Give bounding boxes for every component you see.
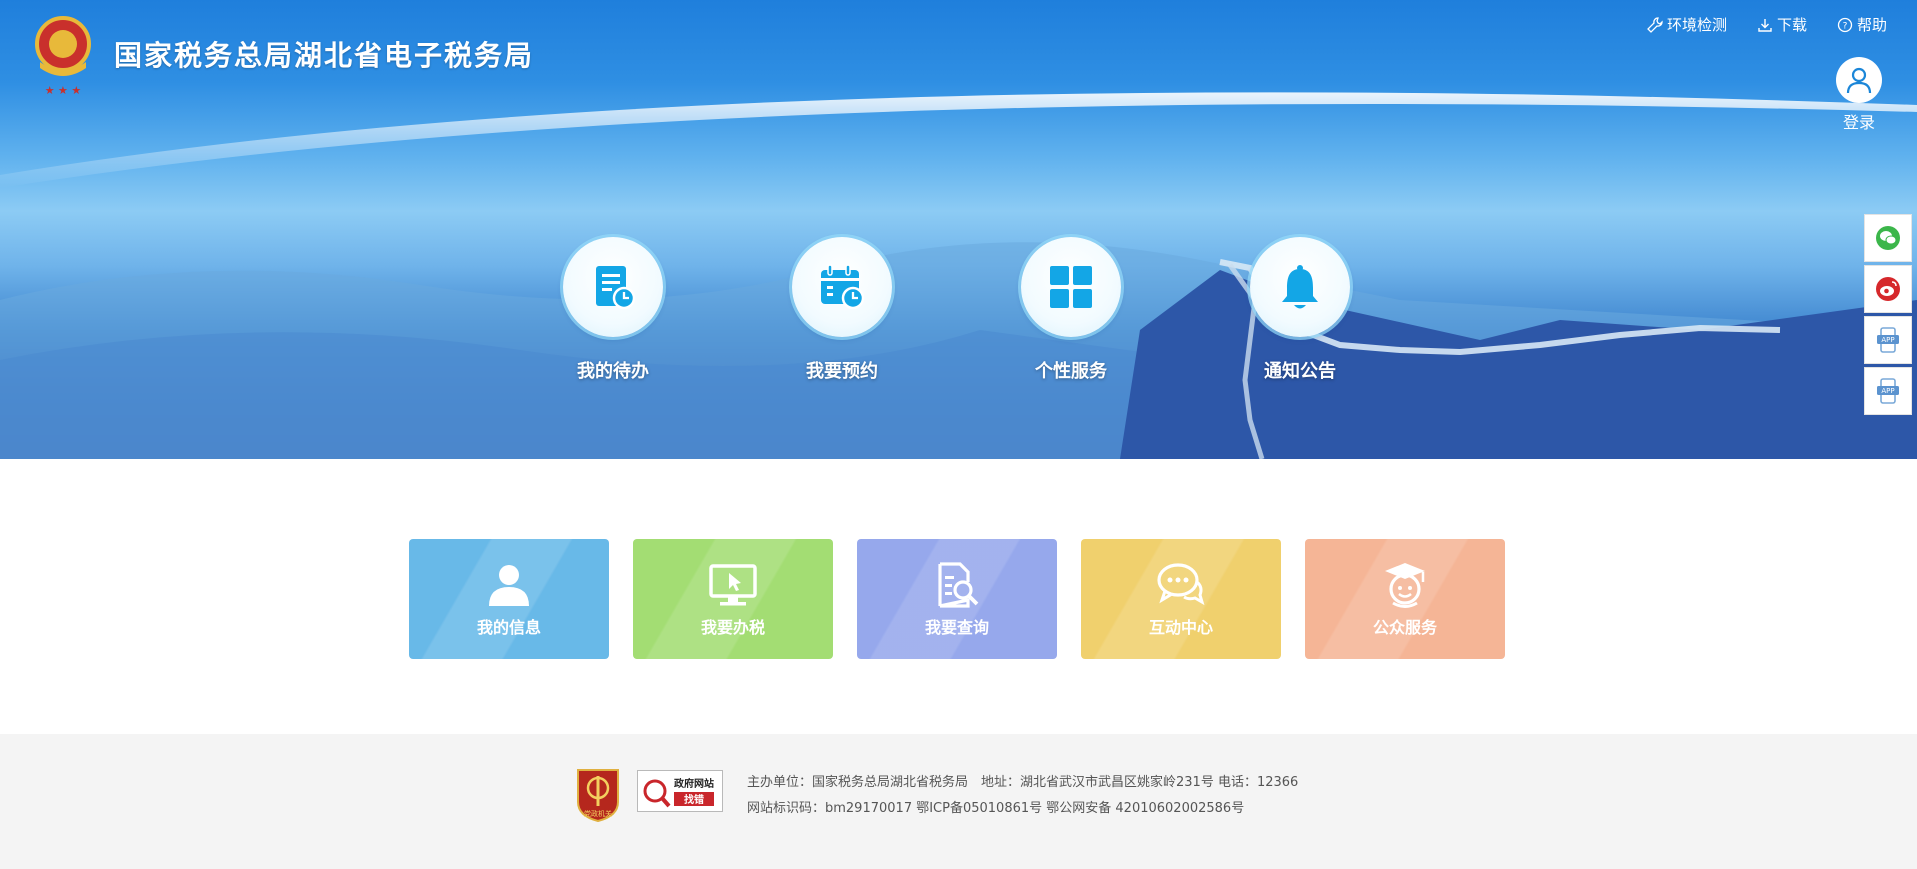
env-check-label: 环境检测	[1666, 16, 1727, 34]
svg-text:★ ★ ★: ★ ★ ★	[45, 84, 82, 96]
service-cards: 我的信息 我要办税 我要查询 互动中心 公众服务	[409, 539, 1505, 659]
app-button[interactable]: APP	[1864, 316, 1912, 364]
chat-bubble-icon	[1157, 563, 1205, 606]
card-label: 我要查询	[924, 618, 989, 637]
card-label: 公众服务	[1372, 618, 1437, 637]
card-query[interactable]: 我要查询	[857, 539, 1057, 659]
weibo-button[interactable]	[1864, 265, 1912, 313]
quick-icon-circle	[1250, 237, 1350, 337]
site-title: 国家税务总局湖北省电子税务局	[114, 39, 535, 72]
quick-notice[interactable]: 通知公告	[1245, 237, 1355, 383]
tax-emblem-icon: ★ ★ ★	[35, 16, 91, 96]
card-label: 我的信息	[476, 618, 541, 637]
quick-label: 通知公告	[1264, 361, 1336, 382]
login-label: 登录	[1842, 113, 1875, 132]
search-document-icon	[938, 562, 979, 608]
login-button[interactable]: 登录	[1834, 57, 1884, 133]
party-gov-badge[interactable]: 党政机关	[575, 766, 621, 822]
app-badge-label: APP	[1881, 336, 1894, 344]
avatar	[1836, 57, 1882, 103]
download-label: 下载	[1776, 16, 1807, 34]
footer-line-icp: 网站标识码：bm29170017 鄂ICP备05010861号 鄂公网安备 42…	[747, 801, 1245, 816]
party-badge-label: 党政机关	[584, 809, 612, 818]
gov-site-error-badge[interactable]: 政府网站 找错	[637, 770, 723, 812]
card-public-service[interactable]: 公众服务	[1305, 539, 1505, 659]
card-interaction[interactable]: 互动中心	[1081, 539, 1281, 659]
app-icon: APP	[1877, 378, 1899, 404]
calendar-clock-icon	[821, 264, 865, 310]
footer-info: 主办单位：国家税务总局湖北省税务局 地址：湖北省武汉市武昌区姚家岭231号 电话…	[747, 770, 1298, 822]
app-icon: APP	[1877, 327, 1899, 353]
wechat-icon	[1876, 226, 1900, 250]
quick-label: 我要预约	[806, 361, 878, 382]
footer: 党政机关 政府网站 找错 主办单位：国家税务总局湖北省税务局 地址：湖北省武汉市…	[0, 734, 1917, 869]
quick-label: 我的待办	[577, 361, 649, 382]
wrench-icon	[1647, 16, 1663, 33]
quick-personal-service[interactable]: 个性服务	[1016, 237, 1126, 383]
monitor-icon	[709, 564, 757, 606]
user-outline-icon	[1846, 67, 1872, 94]
env-check-link[interactable]: 环境检测	[1647, 14, 1727, 35]
card-label: 我要办税	[700, 618, 765, 637]
quick-icon-circle	[563, 237, 663, 337]
todo-list-icon	[596, 266, 636, 310]
card-label: 互动中心	[1148, 618, 1213, 637]
help-link[interactable]: ? 帮助	[1837, 14, 1887, 35]
weibo-icon	[1876, 277, 1900, 301]
graduate-icon	[1385, 563, 1425, 608]
user-icon	[489, 565, 529, 606]
card-my-info[interactable]: 我的信息	[409, 539, 609, 659]
quick-icon-circle	[792, 237, 892, 337]
svg-text:?: ?	[1843, 21, 1848, 31]
download-icon	[1758, 18, 1772, 32]
hero-banner: ★ ★ ★ 国家税务总局湖北省电子税务局 环境检测 下载 ? 帮助 登录 我的待…	[0, 0, 1917, 459]
quick-icon-circle	[1021, 237, 1121, 337]
quick-label: 个性服务	[1035, 361, 1107, 382]
wechat-button[interactable]	[1864, 214, 1912, 262]
gov-site-badge-graphic: 政府网站 找错	[643, 777, 714, 808]
top-links: 环境检测 下载 ? 帮助	[1647, 14, 1887, 35]
app-button[interactable]: APP	[1864, 367, 1912, 415]
help-circle-icon: ?	[1837, 17, 1853, 32]
help-label: 帮助	[1856, 16, 1887, 34]
quick-appointment[interactable]: 我要预约	[787, 237, 897, 383]
app-badge-label: APP	[1881, 387, 1894, 395]
gov-badge-line1: 政府网站	[674, 777, 714, 790]
footer-line-sponsor: 主办单位：国家税务总局湖北省税务局 地址：湖北省武汉市武昌区姚家岭231号 电话…	[747, 775, 1299, 790]
bell-icon	[1282, 265, 1318, 309]
download-link[interactable]: 下载	[1757, 14, 1807, 35]
grid-icon	[1050, 266, 1092, 308]
gov-badge-line2: 找错	[684, 793, 704, 806]
quick-my-todo[interactable]: 我的待办	[558, 237, 668, 383]
card-tax-filing[interactable]: 我要办税	[633, 539, 833, 659]
